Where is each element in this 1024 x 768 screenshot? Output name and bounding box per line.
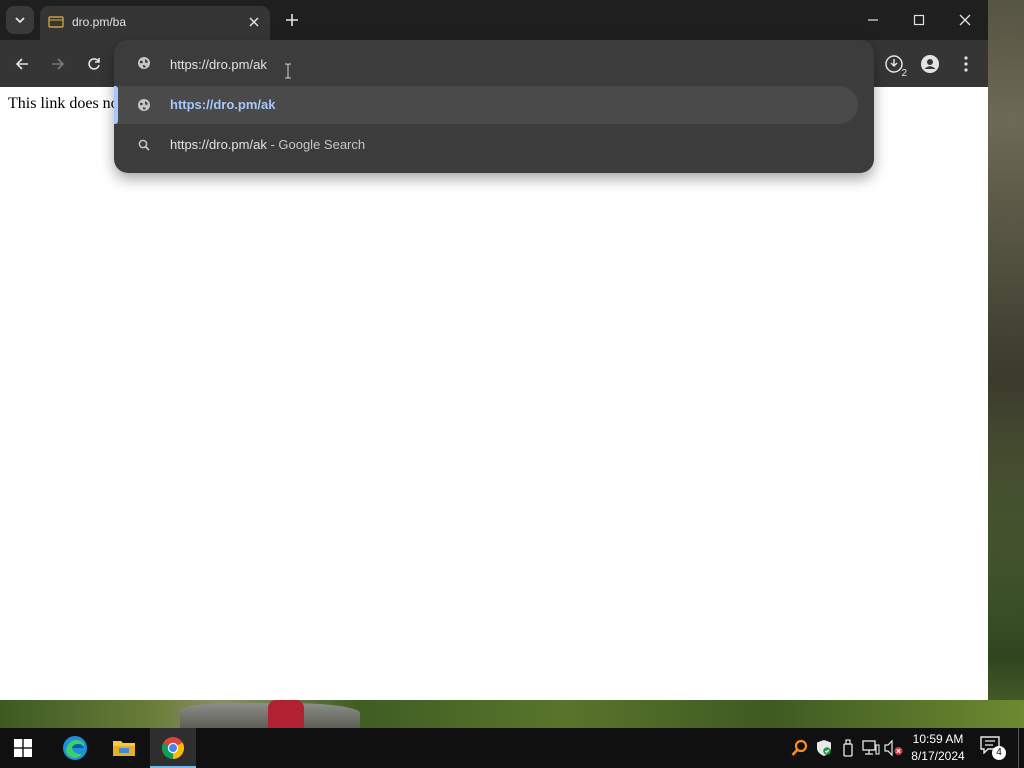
search-tray-icon[interactable]	[790, 738, 810, 758]
reload-button[interactable]	[81, 51, 107, 77]
text-cursor-icon	[285, 63, 291, 79]
page-body-text: This link does no	[8, 95, 119, 112]
selection-indicator	[114, 86, 118, 124]
suggestion-label: https://dro.pm/ak - Google Search	[170, 137, 365, 152]
close-window-button[interactable]	[942, 0, 988, 40]
suggestion-suffix: - Google Search	[266, 137, 366, 152]
search-icon	[136, 137, 152, 153]
menu-button[interactable]	[952, 50, 980, 78]
new-tab-button[interactable]	[280, 8, 304, 32]
volume-muted-icon[interactable]	[884, 738, 904, 758]
arrow-left-icon	[15, 58, 28, 70]
chrome-icon	[162, 737, 184, 759]
edge-button[interactable]	[52, 728, 98, 768]
arrow-right-icon	[52, 58, 65, 70]
omnibox-dropdown: https://dro.pm/ak https://dro.pm/ak - Go…	[114, 40, 874, 173]
downloads-button[interactable]: 2	[880, 50, 908, 79]
address-bar[interactable]	[114, 40, 874, 86]
wallpaper-ground	[0, 700, 1024, 728]
wallpaper-hiker	[268, 700, 304, 728]
notification-center-button[interactable]: 4	[980, 736, 1008, 760]
close-icon	[249, 17, 259, 27]
folder-icon	[113, 741, 135, 756]
edge-icon	[63, 736, 87, 760]
tab-title: dro.pm/ba	[72, 15, 127, 29]
taskbar: 10:59 AM 8/17/2024 4	[0, 728, 1024, 768]
tab-close-button[interactable]	[244, 12, 264, 32]
browser-window: dro.pm/ba 2 This link does no https://dr…	[0, 0, 988, 700]
chrome-button[interactable]	[150, 728, 196, 768]
globe-icon	[136, 97, 152, 113]
more-vertical-icon	[964, 56, 968, 72]
forward-button[interactable]	[45, 51, 71, 77]
start-button[interactable]	[0, 728, 46, 768]
chevron-down-icon	[15, 17, 25, 24]
title-bar: dro.pm/ba	[0, 0, 988, 40]
profile-icon	[921, 55, 939, 73]
tab-search-button[interactable]	[6, 6, 34, 34]
windows-logo-icon	[14, 739, 32, 757]
maximize-button[interactable]	[896, 0, 942, 40]
suggestion-search[interactable]: https://dro.pm/ak - Google Search	[114, 126, 858, 164]
network-icon[interactable]	[861, 738, 881, 758]
file-explorer-button[interactable]	[101, 728, 147, 768]
shield-icon[interactable]	[814, 738, 834, 758]
notification-count: 4	[992, 746, 1006, 760]
browser-tab[interactable]: dro.pm/ba	[40, 6, 270, 40]
system-clock[interactable]: 10:59 AM 8/17/2024	[904, 731, 972, 765]
clock-date: 8/17/2024	[911, 749, 965, 763]
plus-icon	[286, 14, 298, 26]
favicon-icon	[48, 16, 64, 28]
reload-icon	[88, 58, 100, 70]
maximize-icon	[913, 14, 925, 26]
show-desktop-button[interactable]	[1018, 728, 1019, 768]
globe-icon	[136, 55, 152, 71]
downloads-count: 2	[901, 68, 907, 79]
profile-button[interactable]	[916, 50, 944, 78]
address-input[interactable]	[170, 54, 770, 74]
suggestion-label: https://dro.pm/ak	[170, 97, 276, 112]
usb-device-icon[interactable]	[838, 738, 858, 758]
back-button[interactable]	[9, 51, 35, 77]
clock-time: 10:59 AM	[912, 732, 964, 746]
close-icon	[959, 14, 971, 26]
suggestion-url[interactable]: https://dro.pm/ak	[114, 86, 858, 124]
minimize-icon	[868, 19, 878, 21]
minimize-button[interactable]	[850, 0, 896, 40]
suggestion-query: https://dro.pm/ak	[170, 137, 267, 152]
